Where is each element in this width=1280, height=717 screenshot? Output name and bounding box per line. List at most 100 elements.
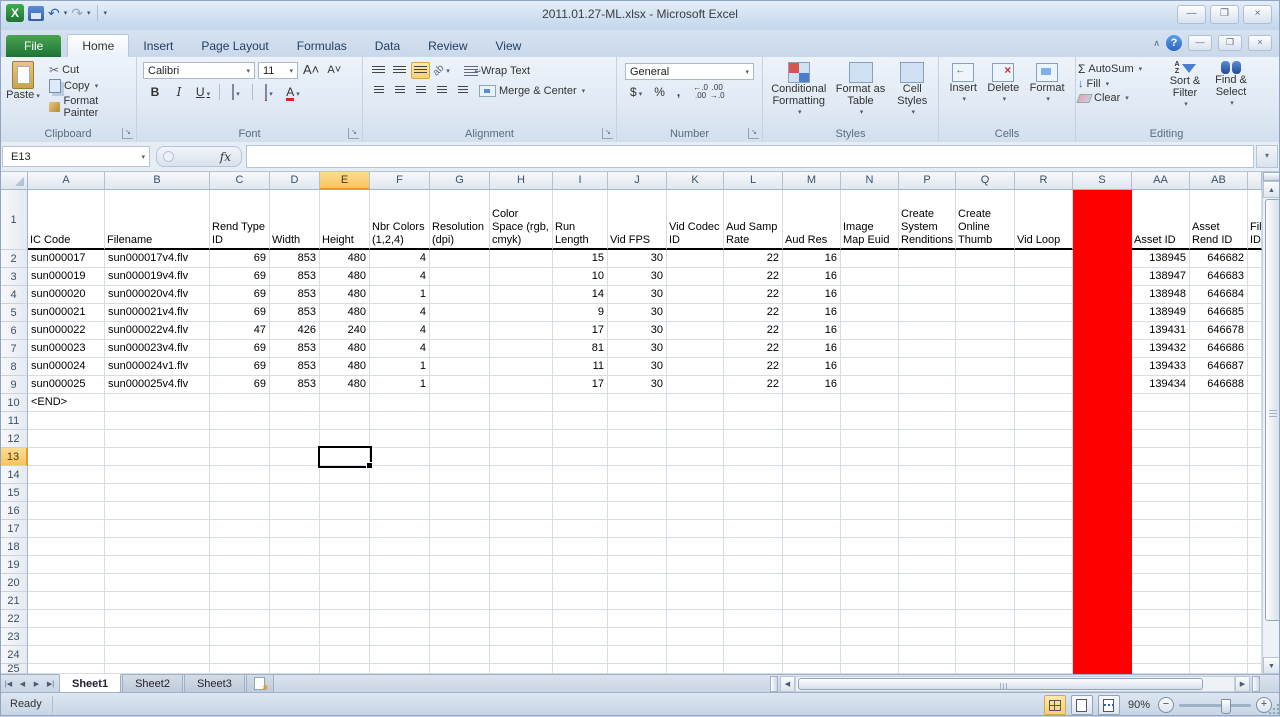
- cell-L18[interactable]: [724, 538, 783, 556]
- cell-R21[interactable]: [1015, 592, 1073, 610]
- cell-AB21[interactable]: [1190, 592, 1248, 610]
- cell-AB25[interactable]: [1190, 664, 1248, 674]
- column-header-Q[interactable]: Q: [956, 172, 1015, 190]
- cell-AA18[interactable]: [1132, 538, 1190, 556]
- cell-M18[interactable]: [783, 538, 841, 556]
- cell-P11[interactable]: [899, 412, 956, 430]
- format-cells-button[interactable]: Format: [1030, 63, 1065, 106]
- cell-AC6[interactable]: [1248, 322, 1262, 340]
- row-header-2[interactable]: 2: [0, 250, 28, 268]
- row-header-11[interactable]: 11: [0, 412, 28, 430]
- cell-L10[interactable]: [724, 394, 783, 412]
- horizontal-scrollbar[interactable]: [795, 676, 1235, 692]
- cell-L3[interactable]: 22: [724, 268, 783, 286]
- cell-B19[interactable]: [105, 556, 210, 574]
- cell-I9[interactable]: 17: [553, 376, 608, 394]
- cell-Q22[interactable]: [956, 610, 1015, 628]
- cell-F17[interactable]: [370, 520, 430, 538]
- shrink-font-button[interactable]: A˅: [324, 62, 344, 78]
- copy-button[interactable]: Copy: [46, 78, 136, 94]
- row-header-14[interactable]: 14: [0, 466, 28, 484]
- cell-N24[interactable]: [841, 646, 899, 664]
- cell-F13[interactable]: [370, 448, 430, 466]
- cell-L23[interactable]: [724, 628, 783, 646]
- expand-formula-bar-icon[interactable]: ▾: [1256, 145, 1278, 168]
- cell-A9[interactable]: sun000025: [28, 376, 105, 394]
- cell-H20[interactable]: [490, 574, 553, 592]
- cell-G17[interactable]: [430, 520, 490, 538]
- cell-H8[interactable]: [490, 358, 553, 376]
- cell-styles-button[interactable]: Cell Styles: [890, 62, 934, 119]
- tab-data[interactable]: Data: [361, 35, 414, 57]
- cell-H22[interactable]: [490, 610, 553, 628]
- cell-AB18[interactable]: [1190, 538, 1248, 556]
- cell-B7[interactable]: sun000023v4.flv: [105, 340, 210, 358]
- row-header-19[interactable]: 19: [0, 556, 28, 574]
- cell-E24[interactable]: [320, 646, 370, 664]
- cell-B1[interactable]: Filename: [105, 190, 210, 250]
- cell-A12[interactable]: [28, 430, 105, 448]
- column-header-M[interactable]: M: [783, 172, 841, 190]
- cell-AB22[interactable]: [1190, 610, 1248, 628]
- cell-P7[interactable]: [899, 340, 956, 358]
- cell-C14[interactable]: [210, 466, 270, 484]
- cell-P25[interactable]: [899, 664, 956, 674]
- cell-G14[interactable]: [430, 466, 490, 484]
- cell-J2[interactable]: 30: [608, 250, 667, 268]
- cell-L5[interactable]: 22: [724, 304, 783, 322]
- cell-AC9[interactable]: [1248, 376, 1262, 394]
- undo-icon[interactable]: ↶: [48, 6, 60, 20]
- row-header-1[interactable]: 1: [0, 190, 28, 250]
- row-header-23[interactable]: 23: [0, 628, 28, 646]
- tab-file[interactable]: File: [6, 35, 61, 57]
- cell-AB16[interactable]: [1190, 502, 1248, 520]
- scroll-left-icon[interactable]: ◀: [780, 676, 795, 692]
- cell-A3[interactable]: sun000019: [28, 268, 105, 286]
- cell-C18[interactable]: [210, 538, 270, 556]
- grow-font-button[interactable]: A˄: [301, 62, 321, 78]
- cell-H25[interactable]: [490, 664, 553, 674]
- cell-R18[interactable]: [1015, 538, 1073, 556]
- cell-A21[interactable]: [28, 592, 105, 610]
- cell-N6[interactable]: [841, 322, 899, 340]
- cell-L24[interactable]: [724, 646, 783, 664]
- cell-AC19[interactable]: [1248, 556, 1262, 574]
- cell-F12[interactable]: [370, 430, 430, 448]
- cell-B15[interactable]: [105, 484, 210, 502]
- cell-AB14[interactable]: [1190, 466, 1248, 484]
- cell-E15[interactable]: [320, 484, 370, 502]
- cell-C7[interactable]: 69: [210, 340, 270, 358]
- cell-Q5[interactable]: [956, 304, 1015, 322]
- cell-K24[interactable]: [667, 646, 724, 664]
- cell-I22[interactable]: [553, 610, 608, 628]
- orientation-button[interactable]: ab: [432, 62, 451, 79]
- cell-N11[interactable]: [841, 412, 899, 430]
- cell-J7[interactable]: 30: [608, 340, 667, 358]
- cell-C23[interactable]: [210, 628, 270, 646]
- cell-K10[interactable]: [667, 394, 724, 412]
- cell-D6[interactable]: 426: [270, 322, 320, 340]
- cell-AB4[interactable]: 646684: [1190, 286, 1248, 304]
- selected-cell-outline[interactable]: [318, 446, 372, 468]
- cell-F7[interactable]: 4: [370, 340, 430, 358]
- cell-G24[interactable]: [430, 646, 490, 664]
- row-header-7[interactable]: 7: [0, 340, 28, 358]
- cell-G2[interactable]: [430, 250, 490, 268]
- cell-AC14[interactable]: [1248, 466, 1262, 484]
- cell-A13[interactable]: [28, 448, 105, 466]
- cell-J10[interactable]: [608, 394, 667, 412]
- row-header-5[interactable]: 5: [0, 304, 28, 322]
- undo-dropdown-icon[interactable]: ▾: [64, 9, 68, 17]
- zoom-out-button[interactable]: −: [1158, 697, 1174, 713]
- cell-Q2[interactable]: [956, 250, 1015, 268]
- cell-M5[interactable]: 16: [783, 304, 841, 322]
- cell-AA3[interactable]: 138947: [1132, 268, 1190, 286]
- cell-AC16[interactable]: [1248, 502, 1262, 520]
- cell-AA22[interactable]: [1132, 610, 1190, 628]
- cell-B6[interactable]: sun000022v4.flv: [105, 322, 210, 340]
- cell-P1[interactable]: Create System Renditions: [899, 190, 956, 250]
- cell-D14[interactable]: [270, 466, 320, 484]
- cell-M7[interactable]: 16: [783, 340, 841, 358]
- increase-decimal-icon[interactable]: ←.0.00: [693, 84, 708, 100]
- cell-E2[interactable]: 480: [320, 250, 370, 268]
